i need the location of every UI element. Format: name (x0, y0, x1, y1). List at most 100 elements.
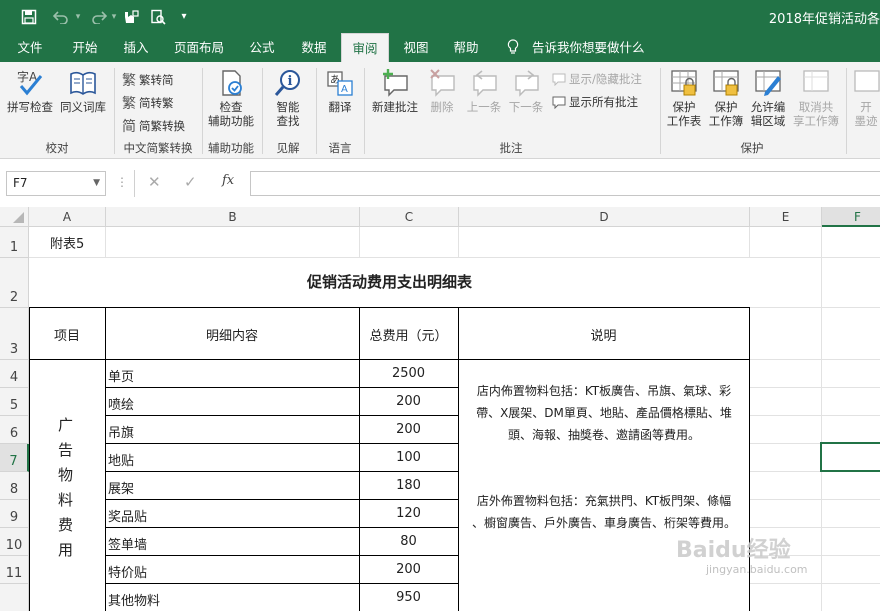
thesaurus-button[interactable]: 同义词库 (56, 68, 110, 114)
row-header-6[interactable]: 6 (0, 416, 29, 444)
more-options-icon: ⋮ (116, 175, 128, 189)
select-all-triangle-icon (13, 212, 24, 223)
simplified-to-traditional-button[interactable]: 繁简转繁 (122, 93, 174, 113)
group-label-chinese: 中文简繁转换 (123, 141, 193, 155)
column-header-f[interactable]: F (822, 207, 880, 227)
translate-icon: あA (327, 71, 353, 96)
column-header-b[interactable]: B (106, 207, 360, 227)
column-header-e[interactable]: E (750, 207, 822, 227)
save-icon[interactable] (16, 0, 42, 33)
check-label-2: 辅助功能 (208, 114, 254, 128)
worksheet-grid[interactable]: A B C D E F 1 2 3 4 5 6 7 8 9 10 11 附表5 … (0, 207, 880, 611)
tab-insert[interactable]: 插入 (114, 33, 158, 62)
chevron-down-icon[interactable]: ▼ (93, 172, 100, 195)
row-header-9[interactable]: 9 (0, 500, 29, 528)
undo-dropdown-icon[interactable]: ▾ (72, 0, 84, 33)
row-header-8[interactable]: 8 (0, 472, 29, 500)
smart-label-2: 查找 (276, 114, 300, 128)
tab-page-layout[interactable]: 页面布局 (166, 33, 232, 62)
gridline (458, 227, 459, 258)
note-indoor-line: 帶、X展架、DM單頁、地貼、產品價格標貼、堆 (476, 406, 732, 420)
simp-to-trad-icon: 繁 (122, 96, 136, 112)
name-box[interactable]: F7 ▼ (6, 171, 106, 196)
column-header-c[interactable]: C (360, 207, 459, 227)
delete-comment-button[interactable]: 删除 (422, 68, 462, 114)
print-preview-icon[interactable] (146, 0, 170, 33)
row-header-10[interactable]: 10 (0, 528, 29, 556)
item-name: 特价贴 (108, 566, 148, 581)
tab-view[interactable]: 视图 (394, 33, 438, 62)
s2t-label: 简转繁 (139, 96, 174, 110)
header-note: 说明 (590, 329, 617, 344)
cancel-icon[interactable]: ✕ (148, 173, 161, 191)
touch-mode-icon[interactable] (118, 0, 142, 33)
new-comment-button[interactable]: 新建批注 (366, 68, 424, 114)
gridline (821, 227, 822, 611)
tab-formulas[interactable]: 公式 (240, 33, 284, 62)
group-divider (202, 68, 203, 154)
spelling-button[interactable]: 字A 拼写检查 (4, 68, 56, 114)
traditional-to-simplified-button[interactable]: 繁繁转简 (122, 70, 174, 90)
group-divider (846, 68, 847, 154)
item-cost: 80 (400, 534, 417, 549)
convert-chinese-button[interactable]: 简简繁转换 (122, 116, 185, 136)
share-ink-button[interactable]: 开 墨迹 (852, 68, 880, 128)
row-header-12[interactable] (0, 584, 29, 611)
ink-label-2: 墨迹 (854, 114, 878, 128)
gridline (749, 227, 750, 258)
previous-label: 上一条 (466, 100, 502, 114)
active-cell-f7[interactable] (820, 442, 880, 472)
note-outdoor-line: 、櫥窗廣告、戶外廣告、車身廣告、桁架等費用。 (471, 516, 736, 530)
title-bar: ▾ ▾ ▾ 2018年促销活动各 (0, 0, 880, 33)
group-label-proofing: 校对 (45, 141, 69, 155)
note-indoor: 店内佈置物料包括：KT板廣告、吊旗、氣球、彩 帶、X展架、DM單頁、地貼、產品價… (460, 380, 748, 446)
row-header-2[interactable]: 2 (0, 258, 29, 308)
tab-file[interactable]: 文件 (8, 33, 52, 62)
show-hide-comment-button[interactable]: 显示/隐藏批注 (552, 71, 642, 87)
row-header-1[interactable]: 1 (0, 227, 29, 258)
check-accessibility-button[interactable]: 检查 辅助功能 (204, 68, 258, 128)
table-border (105, 583, 459, 584)
row-header-4[interactable]: 4 (0, 360, 29, 388)
enter-icon[interactable]: ✓ (184, 173, 197, 191)
formula-input[interactable] (250, 171, 880, 196)
item-name: 单页 (108, 370, 135, 385)
undo-icon[interactable] (48, 0, 74, 33)
column-header-d[interactable]: D (459, 207, 750, 227)
tell-me-search[interactable]: 告诉我你想要做什么 (532, 33, 646, 62)
next-comment-icon (515, 70, 539, 97)
column-header-a[interactable]: A (29, 207, 106, 227)
gridline (750, 359, 880, 360)
item-cost: 200 (396, 422, 421, 437)
show-all-comments-button[interactable]: 显示所有批注 (552, 94, 638, 110)
previous-comment-button[interactable]: 上一条 (462, 68, 506, 114)
protect-sheet-button[interactable]: 保护 工作表 (662, 68, 706, 128)
smart-lookup-button[interactable]: i 智能 查找 (266, 68, 310, 128)
protect-workbook-button[interactable]: 保护 工作簿 (704, 68, 748, 128)
select-all-button[interactable] (0, 207, 29, 227)
gridline (750, 527, 880, 528)
thesaurus-book-icon (70, 71, 96, 95)
item-name: 签单墙 (108, 538, 148, 553)
row-header-11[interactable]: 11 (0, 556, 29, 584)
row-header-7[interactable]: 7 (0, 444, 29, 472)
row-header-3[interactable]: 3 (0, 308, 29, 360)
customize-toolbar-icon[interactable]: ▾ (176, 0, 192, 33)
item-cost: 180 (396, 478, 421, 493)
unshare-workbook-button[interactable]: 取消共 享工作簿 (790, 68, 842, 128)
tab-home[interactable]: 开始 (62, 33, 108, 62)
allow-edit-ranges-button[interactable]: 允许编 辑区域 (746, 68, 790, 128)
translate-label: 翻译 (328, 100, 352, 114)
next-comment-button[interactable]: 下一条 (504, 68, 548, 114)
row-header-5[interactable]: 5 (0, 388, 29, 416)
item-cost: 950 (396, 590, 421, 605)
header-item: 项目 (53, 329, 80, 344)
tab-review[interactable]: 审阅 (341, 33, 389, 62)
translate-button[interactable]: あA 翻译 (320, 68, 360, 114)
protect-workbook-label-1: 保护 (714, 100, 738, 114)
table-border (105, 555, 459, 556)
tab-data[interactable]: 数据 (292, 33, 336, 62)
tab-help[interactable]: 帮助 (444, 33, 488, 62)
insert-function-icon[interactable]: fx (222, 173, 234, 188)
table-border (105, 387, 459, 388)
